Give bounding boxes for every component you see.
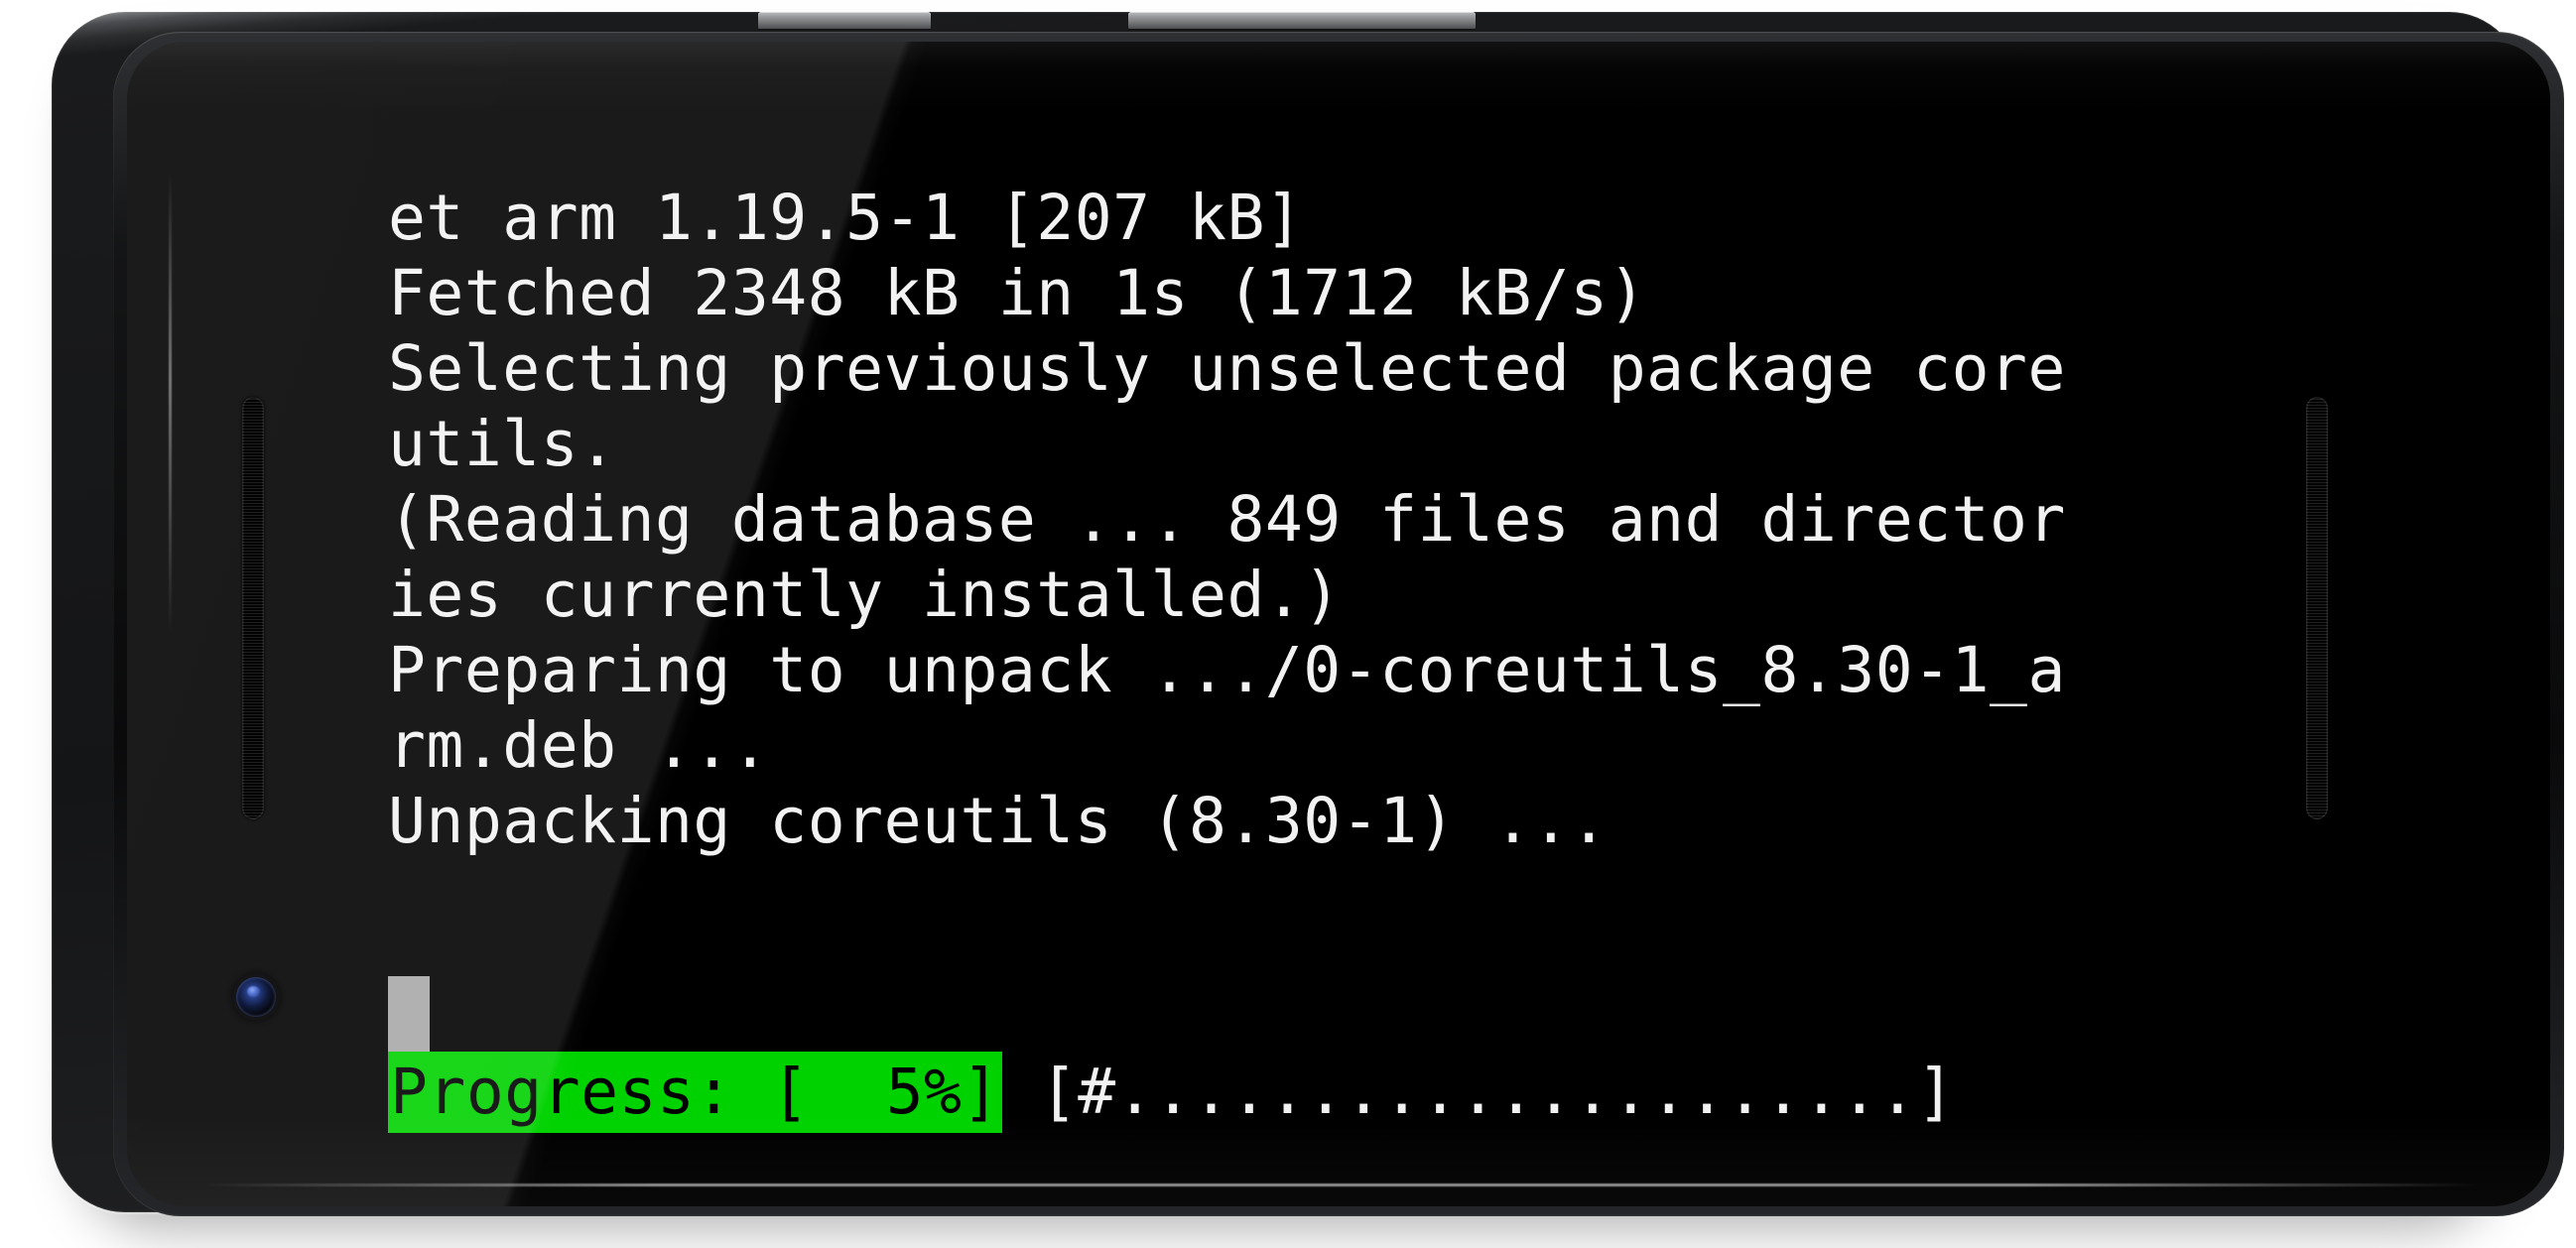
terminal-line: Fetched 2348 kB in 1s (1712 kB/s) (388, 257, 1647, 329)
screenshot-root: et arm 1.19.5-1 [207 kB] Fetched 2348 kB… (0, 0, 2576, 1248)
volume-rocker-button[interactable] (758, 12, 931, 29)
frame-highlight-left (169, 171, 172, 637)
speaker-grille-right-icon (2306, 397, 2328, 819)
phone-screen[interactable]: et arm 1.19.5-1 [207 kB] Fetched 2348 kB… (127, 42, 2550, 1206)
progress-row: Progress: [ 5%] [#.....................] (388, 1052, 1955, 1133)
terminal-line: rm.deb ... (388, 709, 770, 782)
terminal-line: et arm 1.19.5-1 [207 kB] (388, 182, 1304, 254)
power-button[interactable] (1128, 12, 1476, 29)
terminal-output: et arm 1.19.5-1 [207 kB] Fetched 2348 kB… (388, 181, 2373, 859)
front-camera-icon (236, 977, 276, 1017)
progress-percent-highlight: Progress: [ 5%] (388, 1052, 1002, 1133)
phone-frame: et arm 1.19.5-1 [207 kB] Fetched 2348 kB… (52, 12, 2564, 1216)
speaker-grille-left-icon (242, 397, 264, 819)
terminal-cursor-block (388, 976, 430, 1054)
camera-lens-highlight (247, 986, 260, 997)
terminal-line: ies currently installed.) (388, 559, 1342, 631)
terminal-line: utils. (388, 408, 617, 480)
terminal-line: Selecting previously unselected package … (388, 332, 2066, 405)
terminal-line: Preparing to unpack .../0-coreutils_8.30… (388, 634, 2066, 706)
progress-bar-ascii: [#.....................] (1039, 1056, 1956, 1128)
frame-highlight-bottom (200, 1184, 2483, 1186)
terminal-line: Unpacking coreutils (8.30-1) ... (388, 785, 1609, 857)
terminal-line: (Reading database ... 849 files and dire… (388, 483, 2066, 556)
